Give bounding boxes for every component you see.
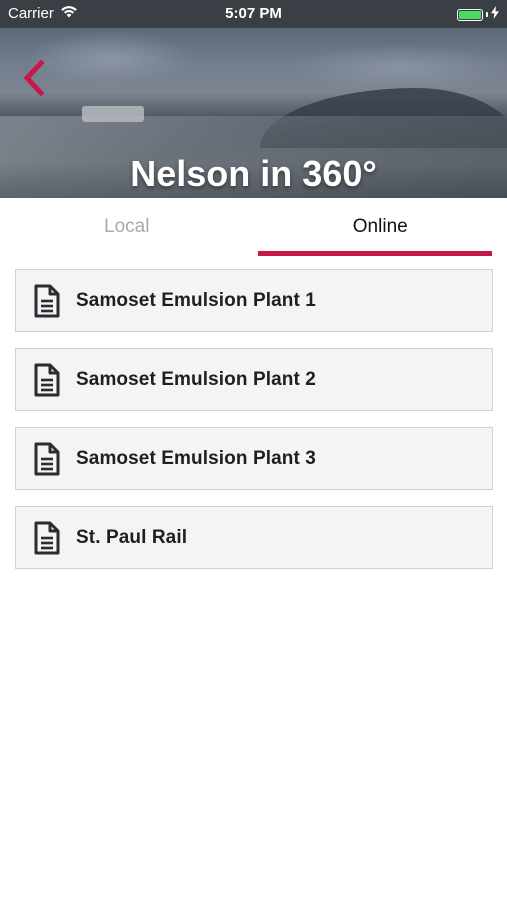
tab-local[interactable]: Local [0,198,254,256]
tab-bar: Local Online [0,198,507,256]
app-screen: Carrier 5:07 PM Nelson in 360° Local Onl… [0,0,507,900]
list-item[interactable]: Samoset Emulsion Plant 2 [15,348,493,411]
battery-indicator [457,6,499,23]
back-button[interactable] [18,58,50,101]
document-icon [32,283,62,319]
document-icon [32,362,62,398]
location-list: Samoset Emulsion Plant 1 Samoset Emulsio… [15,269,493,585]
page-title: Nelson in 360° [130,153,377,194]
document-icon [32,520,62,556]
document-icon [32,441,62,477]
battery-level [459,10,481,19]
list-item[interactable]: Samoset Emulsion Plant 1 [15,269,493,332]
header-hero: Nelson in 360° [0,28,507,198]
list-item-label: Samoset Emulsion Plant 3 [76,447,316,469]
tab-online-label: Online [352,216,408,237]
list-item[interactable]: Samoset Emulsion Plant 3 [15,427,493,490]
tab-selected-indicator [257,251,492,256]
charging-bolt-icon [491,6,499,23]
list-item-label: Samoset Emulsion Plant 2 [76,368,316,390]
list-item-label: St. Paul Rail [76,526,188,548]
status-time: 5:07 PM [225,5,282,22]
chevron-left-icon [22,58,46,101]
list-item[interactable]: St. Paul Rail [15,506,493,569]
status-bar: Carrier 5:07 PM [0,0,507,28]
tab-online[interactable]: Online [254,198,507,256]
battery-icon [457,8,483,21]
tab-local-label: Local [104,216,150,237]
list-item-label: Samoset Emulsion Plant 1 [76,289,316,311]
